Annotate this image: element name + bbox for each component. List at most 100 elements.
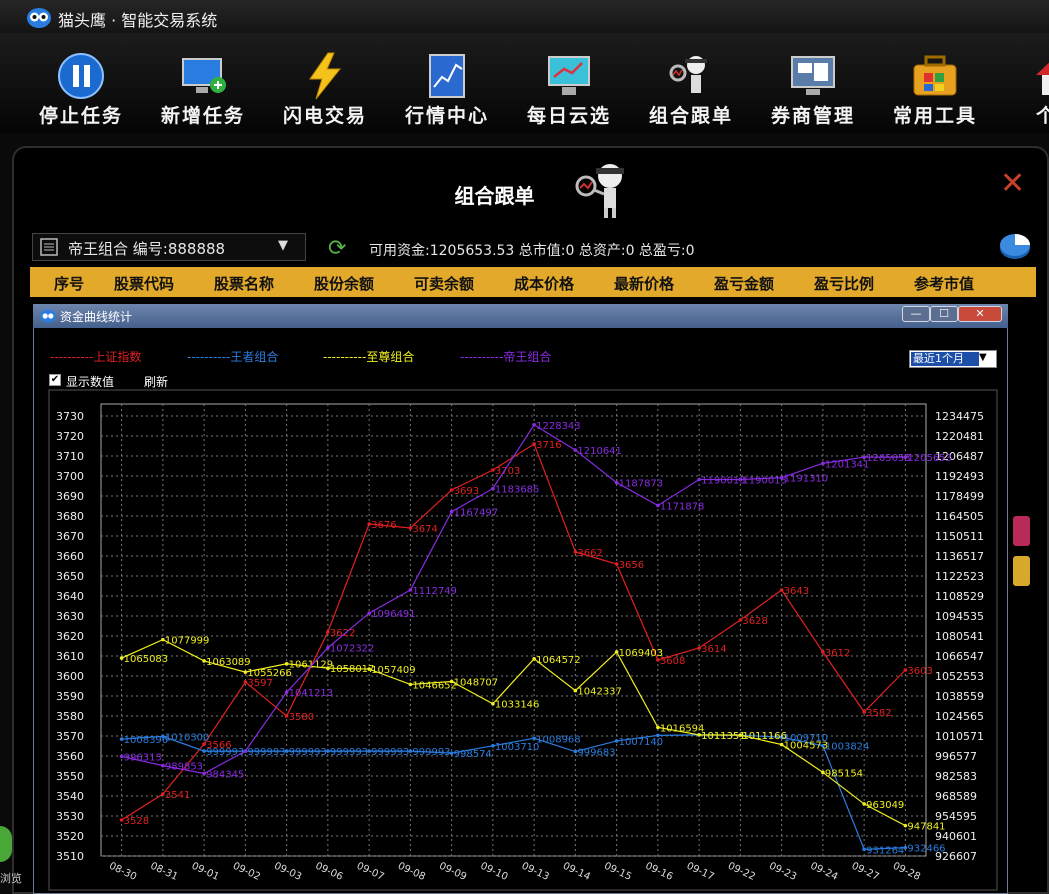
data-label: 1008968 xyxy=(536,734,581,745)
right-tick-label: 1024565 xyxy=(935,710,984,723)
data-label: 1016594 xyxy=(660,723,705,734)
fund-curve-chart: 3510 3520 3530 3540 3550 3560 3570 3580 3590 3600… xyxy=(48,389,998,891)
left-tick-label: 3590 xyxy=(56,690,84,703)
data-label: 1065083 xyxy=(124,654,169,665)
data-label: 3693 xyxy=(454,486,479,497)
left-tick-label: 3560 xyxy=(56,750,84,763)
data-label: 989853 xyxy=(165,762,203,773)
left-tick-label: 3570 xyxy=(56,730,84,743)
x-tick-label: 09-01 xyxy=(190,861,221,883)
data-point xyxy=(243,749,248,753)
data-label: 3603 xyxy=(907,666,932,677)
data-label: 1011351 xyxy=(701,731,746,742)
data-label: 1167497 xyxy=(454,508,499,519)
data-label: 3580 xyxy=(289,712,314,723)
x-tick-label: 08-31 xyxy=(148,861,179,883)
left-tick-label: 3540 xyxy=(56,790,84,803)
data-label: 998574 xyxy=(454,749,492,760)
data-label: 1191310 xyxy=(784,474,829,485)
data-label: 3674 xyxy=(412,524,437,535)
data-label: 1064572 xyxy=(536,655,581,666)
right-tick-label: 1220481 xyxy=(935,430,984,443)
data-label: 1055266 xyxy=(247,668,292,679)
left-tick-label: 3650 xyxy=(56,570,84,583)
data-label: 1048707 xyxy=(454,677,499,688)
x-tick-label: 09-07 xyxy=(355,861,386,883)
data-label: 1201341 xyxy=(825,459,870,470)
data-label: 3662 xyxy=(577,548,602,559)
data-label: 1190013 xyxy=(701,476,746,487)
data-label: 1171878 xyxy=(660,501,705,512)
x-tick-label: 09-13 xyxy=(520,861,551,883)
left-tick-label: 3670 xyxy=(56,530,84,543)
data-label: 3614 xyxy=(701,644,726,655)
left-tick-label: 3660 xyxy=(56,550,84,563)
left-tick-label: 3550 xyxy=(56,770,84,783)
data-label: 3528 xyxy=(124,816,149,827)
right-tick-label: 1150511 xyxy=(935,530,984,543)
x-tick-label: 09-08 xyxy=(396,861,427,883)
data-label: 3597 xyxy=(247,678,272,689)
right-tick-label: 982583 xyxy=(935,770,977,783)
left-tick-label: 3520 xyxy=(56,830,84,843)
data-label: 999993 xyxy=(289,747,327,758)
data-label: 1042337 xyxy=(577,687,622,698)
data-label: 1011166 xyxy=(742,731,787,742)
right-tick-label: 1010571 xyxy=(935,730,984,743)
data-label: 1205653 xyxy=(866,453,911,464)
right-tick-label: 1080541 xyxy=(935,630,984,643)
x-tick-label: 09-24 xyxy=(808,861,839,883)
x-tick-label: 09-23 xyxy=(767,861,798,883)
data-label: 1033146 xyxy=(495,700,540,711)
data-label: 932466 xyxy=(907,844,945,855)
right-tick-label: 1136517 xyxy=(935,550,984,563)
x-tick-label: 09-27 xyxy=(850,861,881,883)
data-label: 3582 xyxy=(866,708,891,719)
left-tick-label: 3630 xyxy=(56,610,84,623)
right-tick-label: 1122523 xyxy=(935,570,984,583)
data-label: 1187873 xyxy=(619,479,664,490)
data-label: 3676 xyxy=(371,520,396,531)
data-label: 3716 xyxy=(536,440,561,451)
data-label: 984345 xyxy=(206,769,244,780)
data-label: 1077999 xyxy=(165,636,210,647)
left-tick-label: 3580 xyxy=(56,710,84,723)
series-line xyxy=(121,443,906,821)
data-label: 1096491 xyxy=(371,609,416,620)
left-tick-label: 3690 xyxy=(56,490,84,503)
left-tick-label: 3680 xyxy=(56,510,84,523)
x-tick-label: 09-09 xyxy=(437,861,468,883)
data-label: 947841 xyxy=(907,822,945,833)
x-tick-label: 08-30 xyxy=(107,861,138,883)
right-tick-label: 1192493 xyxy=(935,470,984,483)
data-label: 1072322 xyxy=(330,644,375,655)
data-label: 1010300 xyxy=(165,732,210,743)
data-label: 1003824 xyxy=(825,742,870,753)
right-tick-label: 1094535 xyxy=(935,610,984,623)
data-label: 1069403 xyxy=(619,648,664,659)
data-label: 3622 xyxy=(330,628,355,639)
data-label: 3541 xyxy=(165,790,190,801)
left-tick-label: 3510 xyxy=(56,850,84,863)
x-tick-label: 09-03 xyxy=(272,861,303,883)
data-label: 3656 xyxy=(619,560,644,571)
right-tick-label: 1234475 xyxy=(935,410,984,423)
left-tick-label: 3730 xyxy=(56,410,84,423)
x-tick-label: 09-14 xyxy=(561,861,592,883)
left-tick-label: 3530 xyxy=(56,810,84,823)
left-tick-label: 3600 xyxy=(56,670,84,683)
data-label: 996313 xyxy=(124,752,162,763)
left-tick-label: 3610 xyxy=(56,650,84,663)
data-label: 3703 xyxy=(495,466,520,477)
x-tick-label: 09-22 xyxy=(726,861,757,883)
x-tick-label: 09-06 xyxy=(313,861,344,883)
data-label: 1228343 xyxy=(536,421,581,432)
data-label: 999993 xyxy=(371,747,409,758)
x-tick-label: 09-28 xyxy=(891,861,922,883)
left-tick-label: 3620 xyxy=(56,630,84,643)
left-tick-label: 3700 xyxy=(56,470,84,483)
data-label: 999993 xyxy=(412,747,450,758)
x-tick-label: 09-17 xyxy=(685,861,716,883)
data-label: 3608 xyxy=(660,656,685,667)
x-tick-label: 09-16 xyxy=(643,861,674,883)
